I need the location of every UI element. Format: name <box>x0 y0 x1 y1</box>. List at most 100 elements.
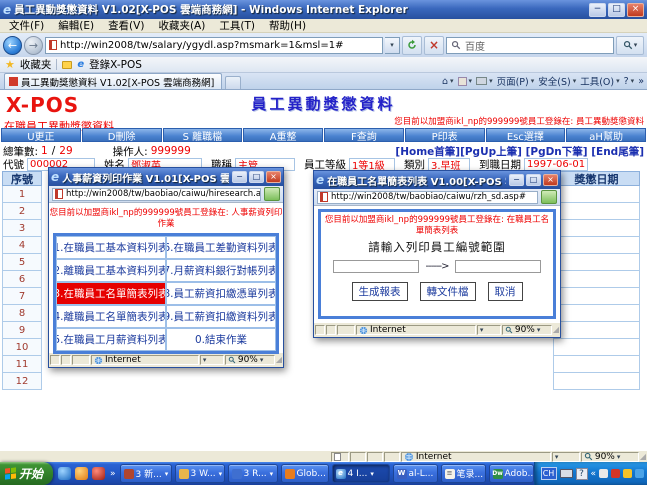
export-file-button[interactable]: 轉文件檔 <box>420 282 476 301</box>
tray-icon[interactable] <box>623 469 632 478</box>
feeds-button[interactable]: ▾ <box>458 77 473 86</box>
menu-item-8[interactable]: 8.員工薪資扣繳憑單列表 <box>166 282 276 305</box>
protected-mode-segment[interactable]: ▾ <box>552 452 580 462</box>
start-button[interactable]: 开始 <box>0 462 53 485</box>
minimize-button[interactable]: − <box>589 3 606 17</box>
minimize-button[interactable]: − <box>232 171 247 183</box>
language-indicator[interactable]: CH <box>541 467 557 480</box>
generate-report-button[interactable]: 生成報表 <box>352 282 408 301</box>
print-list-button[interactable]: P印表 <box>405 128 485 142</box>
dialog-url[interactable]: http://win2008/tw/baobiao/caiwu/rzh_sd.a… <box>317 191 538 204</box>
resize-grip[interactable]: ◢ <box>276 356 282 364</box>
zoom-control[interactable]: 90% ▾ <box>225 355 275 365</box>
table-row[interactable]: 5 <box>2 254 42 271</box>
cancel-button[interactable]: 取消 <box>488 282 523 301</box>
table-row[interactable]: 10 <box>2 339 42 356</box>
task-button[interactable]: Glob... <box>281 464 329 483</box>
menu-help[interactable]: 帮助(H) <box>262 18 313 33</box>
forward-button[interactable]: → <box>24 36 43 55</box>
safety-menu[interactable]: 安全(S)▾ <box>538 74 576 88</box>
task-button[interactable]: ≡笔录... <box>441 464 486 483</box>
table-row[interactable]: 4 <box>2 237 42 254</box>
table-row[interactable]: 7 <box>2 288 42 305</box>
maximize-button[interactable]: □ <box>608 3 625 17</box>
printer-tray-icon[interactable] <box>560 469 573 478</box>
back-button[interactable]: ← <box>3 36 22 55</box>
protected-mode-segment[interactable]: ▾ <box>477 325 501 335</box>
update-button[interactable]: U更正 <box>1 128 81 142</box>
dialog-url[interactable]: http://win2008/tw/baobiao/caiwu/hiresear… <box>52 188 261 201</box>
print-button[interactable]: ▾ <box>476 77 493 85</box>
tray-icon[interactable] <box>611 469 620 478</box>
menu-item-6[interactable]: 6.在職員工差勤資料列表 <box>166 236 276 259</box>
menu-item-7[interactable]: 7.月薪資料銀行對帳列表 <box>166 259 276 282</box>
refresh-button[interactable] <box>402 36 422 55</box>
search-input[interactable]: 百度 <box>446 37 614 54</box>
stop-button[interactable]: × <box>424 36 444 55</box>
employee-id-to-input[interactable] <box>455 260 541 273</box>
maximize-button[interactable]: □ <box>249 171 264 183</box>
menu-item-2[interactable]: 2.離職員工基本資料列表 <box>56 259 166 282</box>
protected-mode-segment[interactable]: ▾ <box>200 355 224 365</box>
active-tab[interactable]: 員工異動獎懲資料 V1.02[X-POS 雲端商務網] <box>4 73 222 89</box>
menu-item-9[interactable]: 9.員工薪資扣繳資料列表 <box>166 305 276 328</box>
table-row[interactable]: 2 <box>2 203 42 220</box>
quick-launch-icon[interactable] <box>92 467 105 480</box>
minimize-button[interactable]: − <box>509 174 524 186</box>
home-button[interactable]: ⌂▾ <box>442 76 454 87</box>
menu-item-4[interactable]: 4.離職員工名單簡表列表 <box>56 305 166 328</box>
table-row[interactable]: 12 <box>2 373 42 390</box>
favorites-item[interactable]: 登錄X-POS <box>89 57 142 72</box>
table-row[interactable]: 6 <box>2 271 42 288</box>
menu-item-0[interactable]: 0.結束作業 <box>166 328 276 351</box>
go-button[interactable] <box>264 187 280 201</box>
help-button[interactable]: aH幫助 <box>566 128 646 142</box>
menu-favorites[interactable]: 收藏夹(A) <box>151 18 212 33</box>
task-button[interactable]: 3 W...▾ <box>175 464 225 483</box>
menu-item-1[interactable]: 1.在職員工基本資料列表 <box>56 236 166 259</box>
table-row[interactable]: 11 <box>2 356 42 373</box>
resign-file-button[interactable]: S 離職檔 <box>163 128 243 142</box>
go-button[interactable] <box>541 190 557 204</box>
menu-view[interactable]: 查看(V) <box>101 18 151 33</box>
menu-tools[interactable]: 工具(T) <box>212 18 262 33</box>
zoom-control[interactable]: 90% ▾ <box>502 325 552 335</box>
resize-grip[interactable]: ◢ <box>553 326 559 334</box>
table-row[interactable]: 3 <box>2 220 42 237</box>
quick-launch-icon[interactable] <box>58 467 71 480</box>
zoom-control[interactable]: 90% ▾ <box>581 452 639 462</box>
help-tray-icon[interactable]: ? <box>576 468 588 480</box>
task-button[interactable]: DwAdob... <box>489 464 534 483</box>
rebuild-button[interactable]: A重整 <box>243 128 323 142</box>
new-tab-button[interactable] <box>225 76 241 89</box>
menu-file[interactable]: 文件(F) <box>2 18 51 33</box>
employee-id-from-input[interactable] <box>333 260 419 273</box>
task-button-active[interactable]: e4 I...▾ <box>332 464 390 483</box>
address-dropdown[interactable]: ▾ <box>385 37 400 54</box>
help-menu[interactable]: ?▾ <box>624 76 635 87</box>
query-button[interactable]: F查詢 <box>324 128 404 142</box>
menu-edit[interactable]: 編輯(E) <box>51 18 101 33</box>
favorites-label[interactable]: 收藏夹 <box>20 57 52 72</box>
tray-collapse-chevron[interactable]: « <box>591 469 597 479</box>
tray-icon[interactable] <box>599 469 608 478</box>
page-menu[interactable]: 页面(P)▾ <box>497 74 535 88</box>
table-row[interactable]: 9 <box>2 322 42 339</box>
add-favorite-icon[interactable] <box>62 61 72 69</box>
search-options-button[interactable]: ▾ <box>616 36 644 55</box>
close-button[interactable]: × <box>627 3 644 17</box>
close-button[interactable]: × <box>543 174 558 186</box>
maximize-button[interactable]: □ <box>526 174 541 186</box>
menu-item-3-selected[interactable]: 3.在職員工名單簡表列表 <box>56 282 166 305</box>
quick-launch-icon[interactable] <box>75 467 88 480</box>
tray-icon[interactable] <box>635 469 644 478</box>
esc-select-button[interactable]: Esc選擇 <box>486 128 566 142</box>
table-row[interactable]: 1 <box>2 186 42 203</box>
resize-grip[interactable]: ◢ <box>640 453 646 461</box>
table-row[interactable]: 8 <box>2 305 42 322</box>
delete-button[interactable]: D刪除 <box>82 128 162 142</box>
menu-item-5[interactable]: 5.在職員工月薪資料列表 <box>56 328 166 351</box>
favorites-star-icon[interactable]: ★ <box>5 59 15 70</box>
quick-launch-overflow[interactable]: » <box>110 469 116 479</box>
task-button[interactable]: Wal-L... <box>393 464 438 483</box>
